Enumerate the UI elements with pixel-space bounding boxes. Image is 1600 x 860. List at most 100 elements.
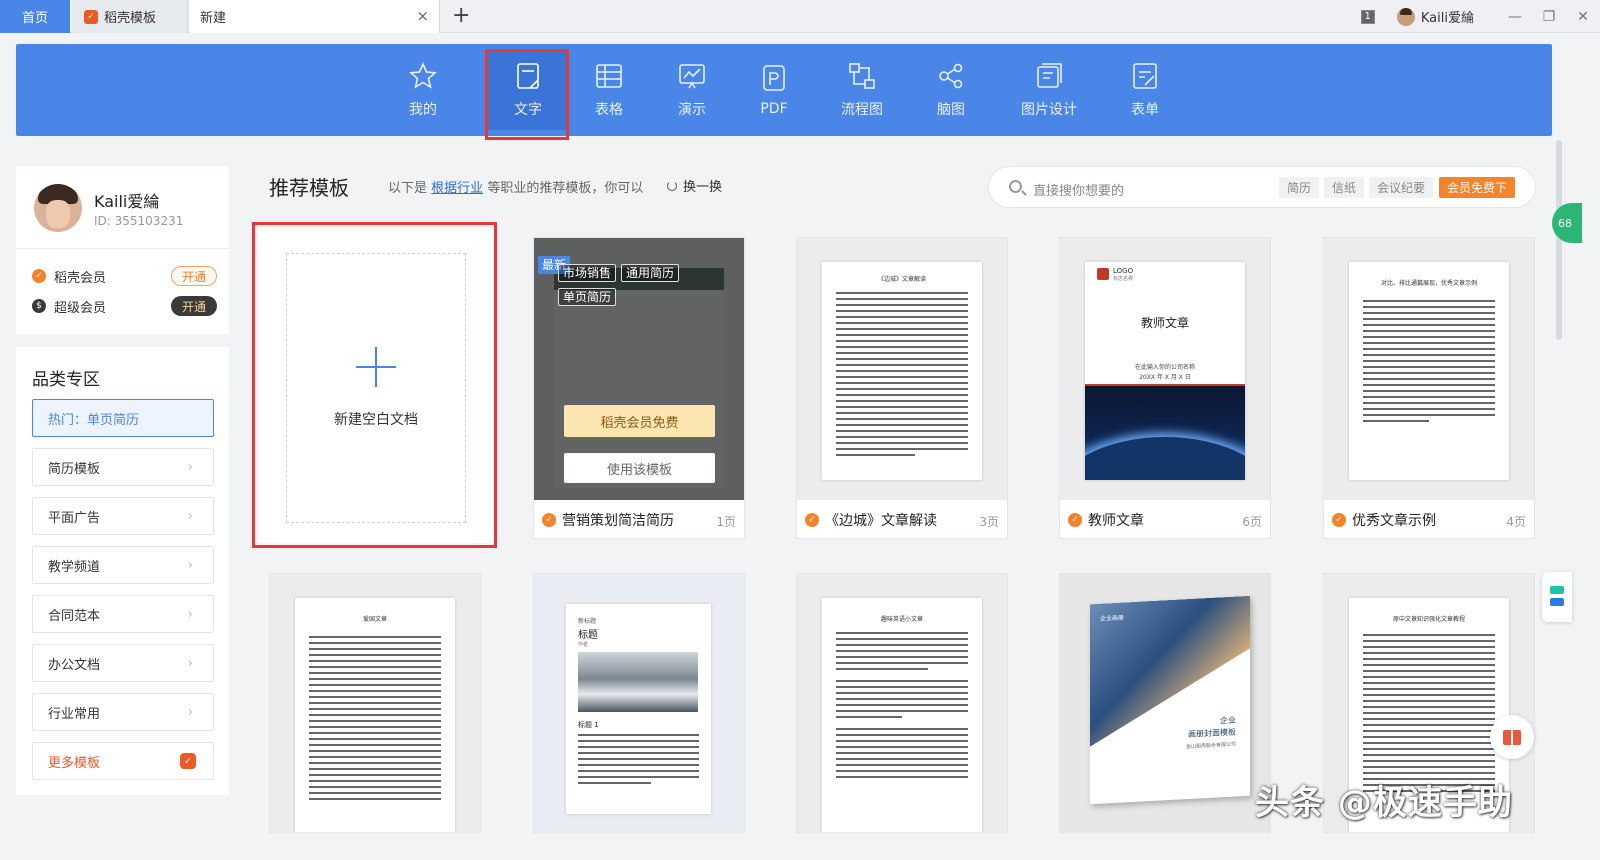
brochure-title2: 画册封面模板 bbox=[1188, 727, 1236, 740]
template-title[interactable]: 优秀文章示例 bbox=[1352, 510, 1436, 530]
template-thumbnail[interactable]: LOGO 标志名称 教师文章 在此输入你的公司名称 20XX 年 X 月 X 日 bbox=[1060, 238, 1270, 500]
use-template-button[interactable]: 使用该模板 bbox=[564, 453, 715, 483]
daoke-logo-icon: ✓ bbox=[805, 513, 819, 527]
category-resume-templates[interactable]: 简历模板 › bbox=[32, 448, 214, 486]
super-member-row: $ 超级会员 开通 bbox=[32, 295, 217, 317]
search-tag-minutes[interactable]: 会议纪要 bbox=[1369, 177, 1434, 198]
doc-h1: 标题 1 bbox=[578, 721, 599, 729]
refresh-label: 换一换 bbox=[683, 180, 723, 195]
doc-logo-text: LOGO bbox=[1113, 267, 1134, 275]
doc-heading: 《边城》文章解读 bbox=[877, 276, 926, 283]
avatar[interactable] bbox=[34, 184, 82, 232]
template-card[interactable]: 爱国文章 bbox=[269, 573, 481, 833]
doc-text-lines bbox=[1363, 300, 1495, 426]
template-thumbnail[interactable]: 《边城》文章解读 bbox=[797, 238, 1007, 500]
refresh-button[interactable]: 换一换 bbox=[667, 176, 722, 195]
gift-button[interactable] bbox=[1490, 715, 1534, 759]
tab-home[interactable]: 首页 bbox=[0, 0, 70, 33]
ribbon-form[interactable]: 表单 bbox=[1105, 50, 1185, 130]
template-card[interactable]: 企业画册 企业 画册封面模板 金山稻壳股份有限公司 bbox=[1059, 573, 1271, 833]
presentation-icon bbox=[679, 64, 705, 89]
ribbon-mine-label: 我的 bbox=[409, 102, 437, 118]
template-card[interactable]: 新标题 标题 作者 标题 1 bbox=[533, 573, 745, 833]
document-preview: 爱国文章 bbox=[295, 598, 455, 832]
tab-new[interactable]: 新建 × bbox=[190, 0, 440, 33]
search-input[interactable]: 直接搜你想要的 bbox=[1033, 180, 1124, 199]
template-thumbnail[interactable]: 趣味英语小文章 bbox=[797, 574, 1007, 832]
vip-free-button[interactable]: 稻壳会员免费 bbox=[564, 405, 715, 437]
daoke-member-row: ✓ 稻壳会员 开通 bbox=[32, 265, 217, 287]
daoke-member-label: 稻壳会员 bbox=[54, 270, 107, 286]
side-tool-icon[interactable] bbox=[1542, 572, 1572, 622]
category-label: 平面广告 bbox=[48, 510, 101, 526]
restore-button[interactable]: ❐ bbox=[1532, 9, 1566, 25]
landscape-image bbox=[578, 652, 698, 712]
ribbon-pdf-label: PDF bbox=[760, 101, 788, 117]
daoke-logo-icon: ✓ bbox=[180, 753, 196, 769]
category-hot-resume[interactable]: 热门：单页简历 bbox=[32, 399, 214, 437]
doc-heading: 标题 bbox=[578, 630, 598, 641]
chevron-right-icon: › bbox=[187, 705, 193, 720]
tab-daoke[interactable]: ✓ 稻壳模板 bbox=[72, 0, 188, 33]
super-member-open-button[interactable]: 开通 bbox=[171, 296, 217, 316]
chevron-right-icon: › bbox=[187, 607, 193, 622]
category-office-docs[interactable]: 办公文档 › bbox=[32, 644, 214, 682]
super-member-label: 超级会员 bbox=[54, 300, 107, 316]
template-card[interactable]: 对比、排比通篇展现，优秀文章示例 ✓ 优秀文章示例 4页 bbox=[1323, 237, 1535, 539]
template-card[interactable]: 趣味英语小文章 bbox=[796, 573, 1008, 833]
template-card[interactable]: 《边城》文章解读 ✓ 《边城》文章解读 3页 bbox=[796, 237, 1008, 539]
template-thumbnail[interactable]: 最新 市场销售 通用简历 单页简历 稻壳会员免费 使用该模板 bbox=[534, 238, 744, 500]
close-window-button[interactable]: ✕ bbox=[1566, 9, 1600, 25]
template-tag[interactable]: 单页简历 bbox=[558, 288, 617, 306]
titlebar-username[interactable]: Kaili爱綸 bbox=[1421, 7, 1474, 26]
ribbon-sheet[interactable]: 表格 bbox=[569, 50, 649, 130]
template-card[interactable]: 最新 市场销售 通用简历 单页简历 稻壳会员免费 使用该模板 ✓ 营销策划简洁简… bbox=[533, 237, 745, 539]
category-teaching[interactable]: 教学频道 › bbox=[32, 546, 214, 584]
search-tag-resume[interactable]: 简历 bbox=[1279, 177, 1320, 198]
writer-highlight-box bbox=[485, 49, 569, 140]
template-thumbnail[interactable]: 新标题 标题 作者 标题 1 bbox=[534, 574, 744, 832]
profile-card: Kaili爱綸 ID: 355103231 ✓ 稻壳会员 开通 $ 超级会员 开… bbox=[16, 166, 229, 334]
template-title[interactable]: 教师文章 bbox=[1088, 510, 1144, 530]
template-tag[interactable]: 通用简历 bbox=[621, 264, 680, 282]
template-card[interactable]: LOGO 标志名称 教师文章 在此输入你的公司名称 20XX 年 X 月 X 日… bbox=[1059, 237, 1271, 539]
tab-home-label: 首页 bbox=[21, 11, 48, 26]
ribbon-mindmap[interactable]: 脑图 bbox=[911, 50, 991, 130]
template-thumbnail[interactable]: 爱国文章 bbox=[270, 574, 480, 832]
ribbon-flowchart[interactable]: 流程图 bbox=[822, 50, 902, 130]
blank-highlight-box bbox=[252, 222, 497, 548]
template-thumbnail[interactable]: 对比、排比通篇展现，优秀文章示例 bbox=[1324, 238, 1534, 500]
window-count-badge[interactable]: 1 bbox=[1360, 9, 1375, 24]
doc-date: 20XX 年 X 月 X 日 bbox=[1139, 374, 1191, 381]
doc-text-lines bbox=[309, 636, 441, 804]
titlebar-avatar[interactable] bbox=[1396, 7, 1415, 26]
table-icon bbox=[596, 64, 622, 88]
super-member-icon: $ bbox=[32, 299, 46, 313]
ribbon-image-design[interactable]: 图片设计 bbox=[1009, 50, 1089, 130]
template-title[interactable]: 《边城》文章解读 bbox=[825, 510, 937, 530]
ribbon-form-label: 表单 bbox=[1131, 102, 1159, 118]
minimize-button[interactable]: — bbox=[1498, 9, 1532, 25]
category-industry[interactable]: 行业常用 › bbox=[32, 693, 214, 731]
category-contracts[interactable]: 合同范本 › bbox=[32, 595, 214, 633]
category-more-templates[interactable]: 更多模板 ✓ bbox=[32, 742, 214, 780]
template-thumbnail[interactable]: 企业画册 企业 画册封面模板 金山稻壳股份有限公司 bbox=[1060, 574, 1270, 832]
template-tag[interactable]: 市场销售 bbox=[558, 264, 617, 282]
template-title[interactable]: 营销策划简洁简历 bbox=[562, 510, 674, 530]
doc-text-lines bbox=[578, 734, 699, 788]
ribbon-pdf[interactable]: PDF bbox=[734, 50, 814, 130]
category-print-ads[interactable]: 平面广告 › bbox=[32, 497, 214, 535]
vip-free-download-button[interactable]: 会员免费下 bbox=[1439, 177, 1516, 198]
doc-text-lines bbox=[1363, 634, 1495, 796]
category-label: 行业常用 bbox=[48, 706, 101, 722]
ribbon-mine[interactable]: 我的 bbox=[383, 50, 463, 130]
search-tag-letterpaper[interactable]: 信纸 bbox=[1324, 177, 1365, 198]
add-tab-button[interactable]: + bbox=[452, 3, 470, 29]
daoke-member-open-button[interactable]: 开通 bbox=[171, 266, 217, 286]
template-search[interactable]: 直接搜你想要的 简历 信纸 会议纪要 会员免费下 bbox=[988, 166, 1536, 208]
ribbon-presentation-label: 演示 bbox=[678, 102, 706, 118]
category-label: 热门：单页简历 bbox=[48, 412, 140, 428]
ribbon-presentation[interactable]: 演示 bbox=[652, 50, 732, 130]
industry-link[interactable]: 根据行业 bbox=[431, 181, 483, 196]
tab-close-icon[interactable]: × bbox=[416, 8, 429, 24]
